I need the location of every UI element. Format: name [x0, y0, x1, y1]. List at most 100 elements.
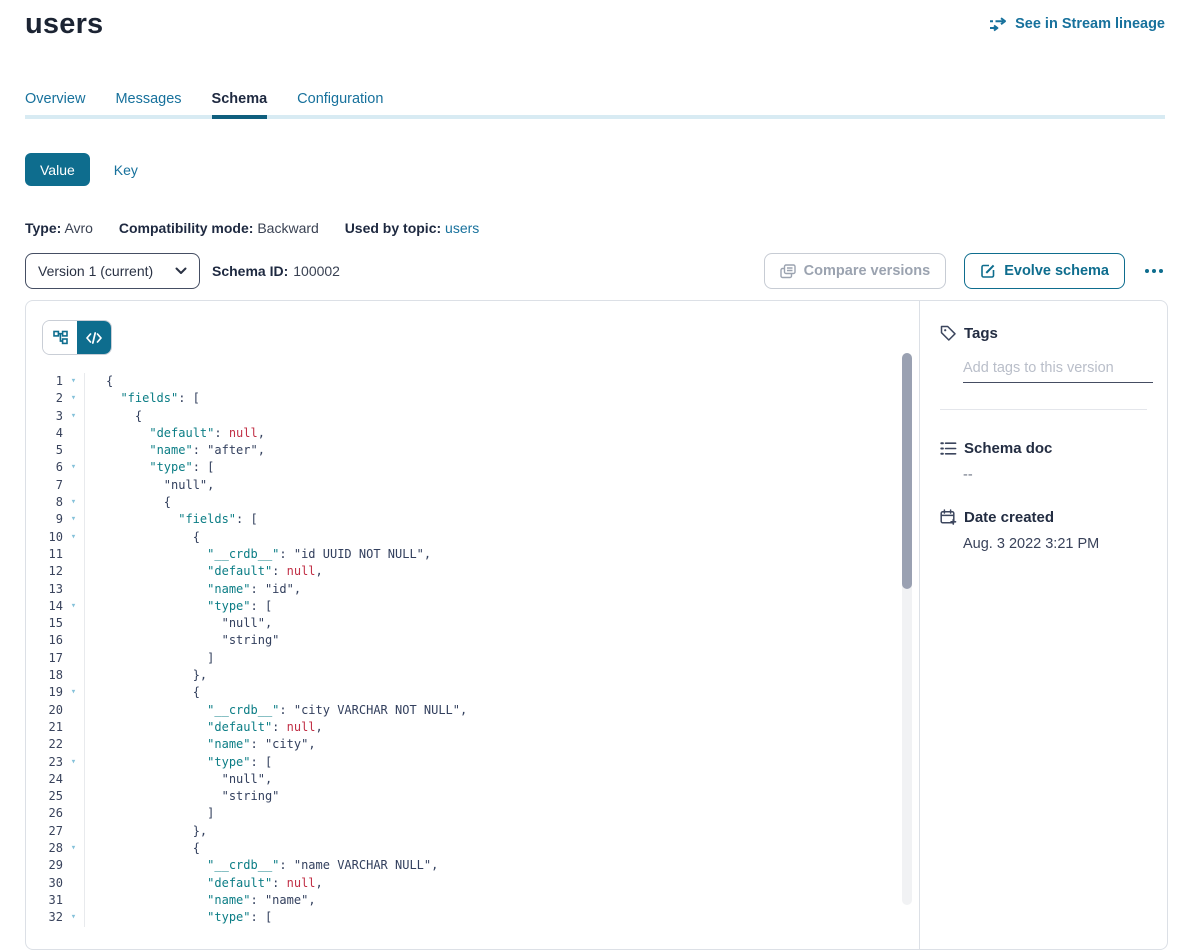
code-text: "default": null, — [85, 425, 265, 442]
code-line: 32▾"type": [ — [26, 909, 919, 926]
code-line: 9▾"fields": [ — [26, 511, 919, 528]
code-line: 12"default": null, — [26, 563, 919, 580]
code-text: "null", — [85, 477, 214, 494]
evolve-schema-button[interactable]: Evolve schema — [964, 253, 1125, 289]
code-line: 15"null", — [26, 615, 919, 632]
date-created-section: Date created Aug. 3 2022 3:21 PM — [940, 509, 1147, 552]
code-line: 2▾"fields": [ — [26, 390, 919, 407]
more-options-button[interactable] — [1143, 263, 1165, 279]
line-number: 25 — [26, 788, 63, 805]
code-view-icon — [86, 332, 102, 344]
line-number: 26 — [26, 805, 63, 822]
line-number: 9 — [26, 511, 63, 528]
line-number: 29 — [26, 857, 63, 874]
doc-list-icon — [940, 441, 957, 456]
line-number: 11 — [26, 546, 63, 563]
line-number: 3 — [26, 408, 63, 425]
line-number: 22 — [26, 736, 63, 753]
code-text: "string" — [85, 788, 279, 805]
compatibility-meta: Compatibility mode: Backward — [119, 220, 319, 236]
fold-placeholder — [63, 719, 85, 736]
line-number: 19 — [26, 684, 63, 701]
code-line: 28▾{ — [26, 840, 919, 857]
code-line: 20 "__crdb__": "city VARCHAR NOT NULL", — [26, 702, 919, 719]
fold-arrow-icon[interactable]: ▾ — [63, 390, 85, 407]
line-number: 4 — [26, 425, 63, 442]
schema-doc-value: -- — [963, 467, 1147, 483]
ellipsis-icon — [1145, 269, 1149, 273]
fold-arrow-icon[interactable]: ▾ — [63, 754, 85, 771]
version-select[interactable]: Version 1 (current) — [25, 253, 200, 289]
line-number: 6 — [26, 459, 63, 476]
code-text: }, — [85, 823, 207, 840]
code-line: 5"name": "after", — [26, 442, 919, 459]
line-number: 24 — [26, 771, 63, 788]
code-line: 8▾{ — [26, 494, 919, 511]
value-tab-button[interactable]: Value — [25, 153, 90, 186]
fold-arrow-icon[interactable]: ▾ — [63, 373, 85, 390]
topic-link[interactable]: users — [445, 220, 479, 236]
tree-view-icon — [53, 330, 68, 345]
fold-arrow-icon[interactable]: ▾ — [63, 494, 85, 511]
chevron-down-icon — [175, 267, 187, 275]
code-view-button[interactable] — [77, 321, 111, 354]
code-line: 22 "name": "city", — [26, 736, 919, 753]
code-line: 24 "null", — [26, 771, 919, 788]
tab-underline-track — [25, 115, 1165, 119]
code-line: 17] — [26, 650, 919, 667]
line-number: 30 — [26, 875, 63, 892]
fold-placeholder — [63, 632, 85, 649]
tree-view-button[interactable] — [43, 321, 77, 354]
date-created-value: Aug. 3 2022 3:21 PM — [963, 536, 1147, 552]
line-number: 7 — [26, 477, 63, 494]
code-text: "default": null, — [85, 719, 323, 736]
fold-arrow-icon[interactable]: ▾ — [63, 909, 85, 926]
fold-placeholder — [63, 477, 85, 494]
line-number: 10 — [26, 529, 63, 546]
fold-arrow-icon[interactable]: ▾ — [63, 684, 85, 701]
code-text: "fields": [ — [85, 390, 200, 407]
editor-scrollbar-thumb[interactable] — [902, 353, 912, 589]
editor-scrollbar-track — [902, 353, 912, 905]
fold-arrow-icon[interactable]: ▾ — [63, 459, 85, 476]
fold-arrow-icon[interactable]: ▾ — [63, 598, 85, 615]
code-text: "__crdb__": "name VARCHAR NULL", — [85, 857, 438, 874]
schema-id: Schema ID:100002 — [212, 253, 340, 289]
fold-arrow-icon[interactable]: ▾ — [63, 529, 85, 546]
key-tab-button[interactable]: Key — [114, 162, 138, 178]
fold-placeholder — [63, 857, 85, 874]
details-sidebar: Tags Schema doc -- Date — [920, 301, 1167, 949]
code-text: "default": null, — [85, 563, 323, 580]
line-number: 2 — [26, 390, 63, 407]
fold-arrow-icon[interactable]: ▾ — [63, 511, 85, 528]
line-number: 21 — [26, 719, 63, 736]
line-number: 20 — [26, 702, 63, 719]
code-line: 7 "null", — [26, 477, 919, 494]
code-line: 10▾{ — [26, 529, 919, 546]
add-tags-input[interactable] — [963, 358, 1153, 383]
fold-arrow-icon[interactable]: ▾ — [63, 840, 85, 857]
tab-schema[interactable]: Schema — [212, 91, 268, 119]
tag-icon — [940, 325, 957, 342]
code-text: "string" — [85, 632, 279, 649]
code-text: "name": "city", — [85, 736, 316, 753]
date-created-heading: Date created — [940, 509, 1147, 526]
compare-versions-button[interactable]: Compare versions — [764, 253, 947, 289]
code-line: 30"default": null, — [26, 875, 919, 892]
stream-lineage-link[interactable]: See in Stream lineage — [989, 16, 1165, 32]
fold-placeholder — [63, 736, 85, 753]
code-text: "__crdb__": "city VARCHAR NOT NULL", — [85, 702, 467, 719]
line-number: 1 — [26, 373, 63, 390]
fold-placeholder — [63, 667, 85, 684]
fold-placeholder — [63, 823, 85, 840]
code-line: 26] — [26, 805, 919, 822]
editor-view-toggle — [42, 320, 112, 355]
code-text: "null", — [85, 771, 272, 788]
fold-arrow-icon[interactable]: ▾ — [63, 408, 85, 425]
schema-doc-section: Schema doc -- — [940, 440, 1147, 483]
line-number: 16 — [26, 632, 63, 649]
code-text: ] — [85, 805, 214, 822]
code-line: 19▾{ — [26, 684, 919, 701]
code-text: { — [85, 494, 171, 511]
code-line: 16 "string" — [26, 632, 919, 649]
